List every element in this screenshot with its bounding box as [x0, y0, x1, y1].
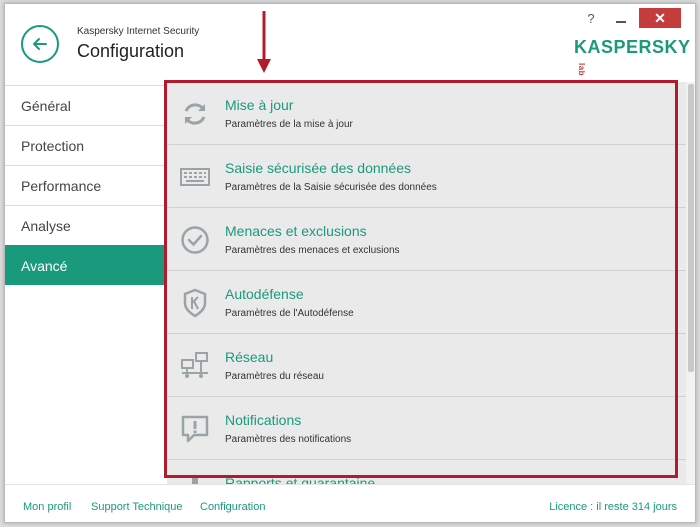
arrow-down-icon — [257, 11, 271, 73]
setting-row-secure-input[interactable]: Saisie sécurisée des données Paramètres … — [167, 145, 686, 208]
scrollbar-thumb[interactable] — [688, 84, 694, 372]
setting-subtitle: Paramètres de la Saisie sécurisée des do… — [225, 182, 437, 193]
setting-subtitle: Paramètres de l'Autodéfense — [225, 308, 354, 319]
sidebar-item-protection[interactable]: Protection — [5, 125, 167, 165]
page-title: Configuration — [77, 41, 185, 61]
header: Kaspersky Internet Security Configuratio… — [5, 4, 695, 78]
setting-title[interactable]: Menaces et exclusions — [225, 223, 367, 239]
app-window: Kaspersky Internet Security Configuratio… — [4, 3, 696, 523]
help-button[interactable]: ? — [581, 8, 601, 28]
shield-icon — [179, 287, 211, 319]
setting-row-network[interactable]: Réseau Paramètres du réseau — [167, 334, 686, 397]
setting-title[interactable]: Notifications — [225, 412, 301, 428]
scrollbar[interactable] — [686, 82, 695, 484]
settings-list: Mise à jour Paramètres de la mise à jour… — [167, 82, 686, 484]
setting-subtitle: Paramètres des menaces et exclusions — [225, 245, 400, 256]
sidebar-item-general[interactable]: Général — [5, 85, 167, 125]
back-button[interactable] — [21, 25, 59, 63]
setting-row-reports[interactable]: Rapports et quarantaine — [167, 460, 686, 484]
minimize-button[interactable] — [609, 8, 633, 28]
support-link[interactable]: Support Technique — [91, 501, 183, 513]
app-name: Kaspersky Internet Security — [77, 26, 200, 37]
setting-title[interactable]: Réseau — [225, 349, 273, 365]
my-profile-link[interactable]: Mon profil — [23, 501, 71, 513]
setting-title[interactable]: Autodéfense — [225, 286, 304, 302]
footer: Mon profil Support Technique Configurati… — [5, 484, 695, 522]
sidebar-item-avance[interactable]: Avancé — [5, 245, 167, 285]
configuration-link[interactable]: Configuration — [200, 501, 265, 513]
check-circle-icon — [179, 224, 211, 256]
kaspersky-logo: KASPERSKY lab — [574, 37, 695, 79]
arrow-left-icon — [33, 38, 47, 50]
logo-lab: lab — [577, 62, 587, 76]
sidebar: Général Protection Performance Analyse A… — [5, 85, 167, 285]
refresh-icon — [179, 98, 211, 130]
setting-subtitle: Paramètres du réseau — [225, 371, 324, 382]
setting-subtitle: Paramètres de la mise à jour — [225, 119, 353, 130]
reports-icon — [179, 476, 211, 484]
notification-icon — [179, 413, 211, 445]
setting-title[interactable]: Saisie sécurisée des données — [225, 160, 411, 176]
setting-row-update[interactable]: Mise à jour Paramètres de la mise à jour — [167, 82, 686, 145]
license-status[interactable]: Licence : il reste 314 jours — [549, 501, 677, 513]
setting-row-threats[interactable]: Menaces et exclusions Paramètres des men… — [167, 208, 686, 271]
logo-text: KASPERSKY — [574, 37, 691, 57]
setting-subtitle: Paramètres des notifications — [225, 434, 352, 445]
minimize-icon — [616, 21, 626, 23]
sidebar-item-analyse[interactable]: Analyse — [5, 205, 167, 245]
setting-title[interactable]: Rapports et quarantaine — [225, 475, 375, 484]
setting-row-self-defense[interactable]: Autodéfense Paramètres de l'Autodéfense — [167, 271, 686, 334]
keyboard-icon — [179, 161, 211, 193]
setting-row-notifications[interactable]: Notifications Paramètres des notificatio… — [167, 397, 686, 460]
close-button[interactable]: ✕ — [639, 8, 681, 28]
setting-title[interactable]: Mise à jour — [225, 97, 293, 113]
sidebar-item-performance[interactable]: Performance — [5, 165, 167, 205]
network-icon — [179, 350, 211, 382]
